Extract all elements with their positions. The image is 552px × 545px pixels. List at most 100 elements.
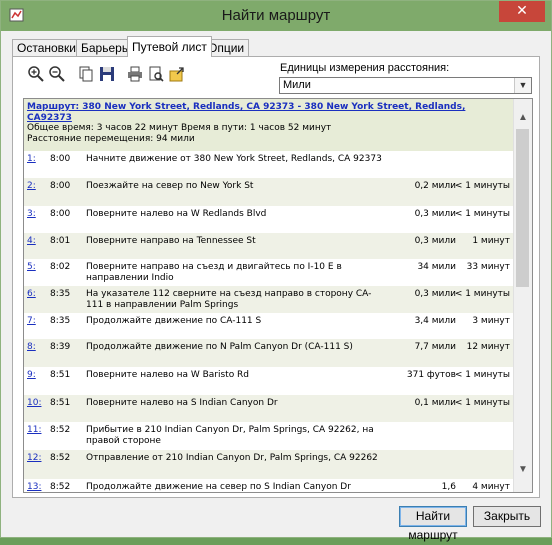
units-select-value: Мили bbox=[283, 79, 311, 91]
route-summary: Маршрут: 380 New York Street, Redlands, … bbox=[24, 99, 514, 151]
route-total-distance: Расстояние перемещения: 94 мили bbox=[27, 133, 195, 144]
step-description: Поезжайте на север по New York St bbox=[86, 181, 254, 191]
step-distance: 3,4 мили bbox=[414, 316, 456, 326]
step-duration: < 1 минуты bbox=[454, 370, 510, 380]
direction-row[interactable]: 4: 8:01 Поверните направо на Tennessee St 0… bbox=[24, 233, 514, 259]
direction-row[interactable]: 3: 8:00 Поверните налево на W Redlands Blv… bbox=[24, 206, 514, 233]
find-route-window: Найти маршрут ✕ Остановки Барьеры Путево… bbox=[0, 0, 552, 542]
step-duration: 12 минут bbox=[466, 342, 510, 352]
print-icon[interactable] bbox=[126, 65, 144, 83]
direction-row[interactable]: 8: 8:39 Продолжайте движение по N Palm Can… bbox=[24, 339, 514, 367]
step-number-link[interactable]: 5: bbox=[27, 262, 36, 273]
step-duration: < 1 минуты bbox=[454, 398, 510, 408]
save-icon[interactable] bbox=[98, 65, 116, 83]
step-description: Поверните направо на съезд и двигайтесь … bbox=[86, 262, 342, 283]
step-duration: < 1 минуты bbox=[454, 289, 510, 299]
step-time: 8:39 bbox=[50, 342, 71, 352]
scroll-down-icon[interactable]: ▼ bbox=[514, 461, 532, 478]
step-distance: 7,7 мили bbox=[414, 342, 456, 352]
step-description: Поверните налево на S Indian Canyon Dr bbox=[86, 398, 278, 408]
step-distance: 1,6 bbox=[441, 482, 456, 492]
step-duration: 33 минут bbox=[466, 262, 510, 272]
direction-row[interactable]: 5: 8:02 Поверните направо на съезд и двига… bbox=[24, 259, 514, 286]
step-number-link[interactable]: 3: bbox=[27, 209, 36, 220]
scroll-up-icon[interactable]: ▲ bbox=[514, 109, 532, 126]
step-distance: 34 мили bbox=[417, 262, 456, 272]
step-time: 8:52 bbox=[50, 482, 71, 492]
step-duration: 1 минут bbox=[472, 236, 510, 246]
step-time: 8:35 bbox=[50, 289, 71, 299]
direction-row[interactable]: 11: 8:52 Прибытие в 210 Indian Canyon Dr, … bbox=[24, 422, 514, 450]
step-time: 8:01 bbox=[50, 236, 71, 246]
zoom-in-icon[interactable] bbox=[27, 65, 45, 83]
direction-row[interactable]: 7: 8:35 Продолжайте движение по CA-111 S 3,… bbox=[24, 313, 514, 339]
step-number-link[interactable]: 2: bbox=[27, 181, 36, 192]
step-number-link[interactable]: 10: bbox=[27, 398, 41, 409]
step-distance: 0,1 мили bbox=[414, 398, 456, 408]
step-number-link[interactable]: 12: bbox=[27, 453, 41, 464]
window-title: Найти маршрут bbox=[221, 7, 331, 24]
direction-row[interactable]: 1: 8:00 Начните движение от 380 New York S… bbox=[24, 151, 514, 178]
step-number-link[interactable]: 4: bbox=[27, 236, 36, 247]
step-description: Начните движение от 380 New York Street,… bbox=[86, 154, 382, 164]
find-route-button[interactable]: Найти маршрут bbox=[399, 506, 467, 542]
close-window-button[interactable]: ✕ bbox=[499, 1, 545, 22]
step-duration: < 1 минуты bbox=[454, 181, 510, 191]
step-time: 8:00 bbox=[50, 154, 71, 164]
step-description: На указателе 112 сверните на съезд напра… bbox=[86, 289, 372, 310]
close-button[interactable]: Закрыть bbox=[473, 506, 541, 527]
step-duration: 3 минут bbox=[472, 316, 510, 326]
step-distance: 0,3 мили bbox=[414, 236, 456, 246]
step-number-link[interactable]: 6: bbox=[27, 289, 36, 300]
chevron-down-icon[interactable]: ▼ bbox=[514, 78, 531, 93]
scrollbar-thumb[interactable] bbox=[516, 129, 529, 287]
step-time: 8:00 bbox=[50, 209, 71, 219]
units-select[interactable]: Мили ▼ bbox=[279, 77, 532, 94]
direction-row[interactable]: 9: 8:51 Поверните налево на W Baristo Rd 37… bbox=[24, 367, 514, 395]
export-icon[interactable] bbox=[168, 65, 186, 83]
step-number-link[interactable]: 11: bbox=[27, 425, 41, 436]
zoom-out-icon[interactable] bbox=[48, 65, 66, 83]
step-description: Поверните налево на W Baristo Rd bbox=[86, 370, 250, 380]
step-number-link[interactable]: 1: bbox=[27, 154, 36, 165]
step-distance: 0,3 мили bbox=[414, 209, 456, 219]
step-time: 8:35 bbox=[50, 316, 71, 326]
step-description: Поверните налево на W Redlands Blvd bbox=[86, 209, 267, 219]
print-preview-icon[interactable] bbox=[147, 65, 165, 83]
step-distance: 0,3 мили bbox=[414, 289, 456, 299]
direction-row[interactable]: 6: 8:35 На указателе 112 сверните на съезд… bbox=[24, 286, 514, 313]
step-time: 8:00 bbox=[50, 181, 71, 191]
step-description: Продолжайте движение по CA-111 S bbox=[86, 316, 262, 326]
step-distance: 0,2 мили bbox=[414, 181, 456, 191]
tab-stops[interactable]: Остановки bbox=[12, 39, 81, 56]
step-number-link[interactable]: 7: bbox=[27, 316, 36, 327]
step-time: 8:51 bbox=[50, 398, 71, 408]
step-time: 8:52 bbox=[50, 425, 71, 435]
step-distance: 371 футов bbox=[406, 370, 456, 380]
step-description: Отправление от 210 Indian Canyon Dr, Pal… bbox=[86, 453, 378, 463]
step-number-link[interactable]: 13: bbox=[27, 482, 41, 492]
copy-icon[interactable] bbox=[77, 65, 95, 83]
step-time: 8:02 bbox=[50, 262, 71, 272]
direction-row[interactable]: 13: 8:52 Продолжайте движение на север по … bbox=[24, 479, 514, 492]
step-description: Продолжайте движение на север по S India… bbox=[86, 482, 351, 492]
step-number-link[interactable]: 9: bbox=[27, 370, 36, 381]
title-bar: Найти маршрут ✕ bbox=[1, 1, 551, 31]
step-time: 8:51 bbox=[50, 370, 71, 380]
directions-list[interactable]: Маршрут: 380 New York Street, Redlands, … bbox=[23, 98, 533, 493]
direction-row[interactable]: 12: 8:52 Отправление от 210 Indian Canyon … bbox=[24, 450, 514, 479]
step-description: Поверните направо на Tennessee St bbox=[86, 236, 256, 246]
vertical-scrollbar[interactable]: ▲ ▼ bbox=[513, 99, 532, 492]
units-label: Единицы измерения расстояния: bbox=[280, 62, 450, 74]
direction-row[interactable]: 2: 8:00 Поезжайте на север по New York St 0… bbox=[24, 178, 514, 206]
step-duration: < 1 минуты bbox=[454, 209, 510, 219]
direction-row[interactable]: 10: 8:51 Поверните налево на S Indian Cany… bbox=[24, 395, 514, 422]
step-description: Продолжайте движение по N Palm Canyon Dr… bbox=[86, 342, 353, 352]
step-number-link[interactable]: 8: bbox=[27, 342, 36, 353]
step-duration: 4 минут bbox=[472, 482, 510, 492]
route-title-link[interactable]: Маршрут: 380 New York Street, Redlands, … bbox=[27, 102, 511, 123]
step-description: Прибытие в 210 Indian Canyon Dr, Palm Sp… bbox=[86, 425, 374, 446]
route-total-time: Общее время: 3 часов 22 минут Время в пу… bbox=[27, 123, 332, 133]
tab-directions[interactable]: Путевой лист bbox=[127, 36, 212, 57]
step-time: 8:52 bbox=[50, 453, 71, 463]
